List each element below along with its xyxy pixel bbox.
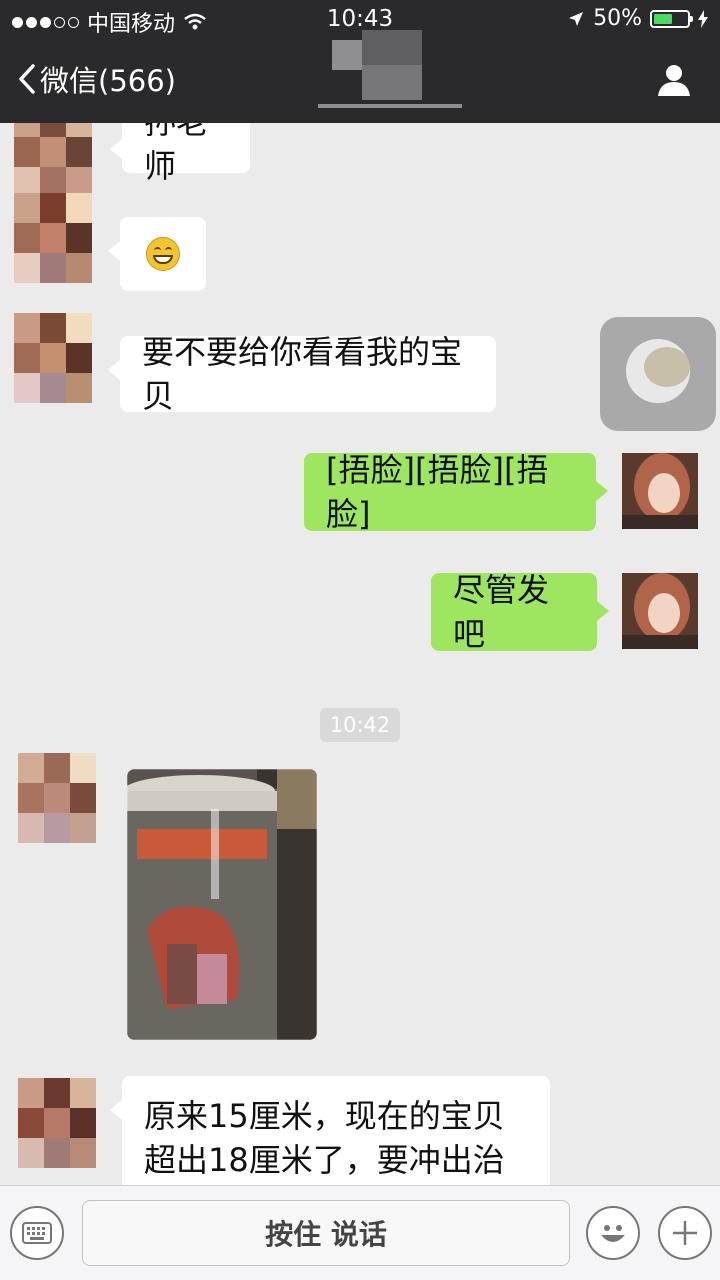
message-bubble-incoming[interactable]	[108, 217, 206, 291]
hold-to-talk-label: 按住 说话	[265, 1218, 387, 1251]
contact-avatar[interactable]	[14, 123, 92, 197]
contact-avatar[interactable]	[18, 1078, 96, 1168]
message-text: 原来15厘米，现在的宝贝超出18厘米了，要冲出治疗仓了	[144, 1094, 528, 1185]
emoji-picker-button[interactable]	[586, 1206, 640, 1260]
smiley-icon	[601, 1225, 625, 1242]
my-avatar[interactable]	[622, 453, 698, 529]
chevron-left-icon	[19, 64, 35, 94]
more-options-button[interactable]	[658, 1206, 712, 1260]
message-timestamp: 10:42	[320, 708, 400, 742]
message-bubble-incoming[interactable]: 要不要给你看看我的宝贝	[108, 333, 496, 415]
contact-avatar[interactable]	[14, 313, 92, 403]
plus-icon	[673, 1221, 697, 1245]
contact-avatar[interactable]	[14, 193, 92, 283]
back-label: 微信(566)	[40, 64, 176, 98]
charging-bolt-icon	[698, 9, 708, 28]
message-bubble-incoming[interactable]: 孙老师	[110, 123, 250, 185]
battery-percent: 50%	[593, 6, 642, 31]
message-bubble-incoming[interactable]: 原来15厘米，现在的宝贝超出18厘米了，要冲出治疗仓了	[110, 1076, 550, 1185]
sticker-message[interactable]	[600, 317, 716, 431]
chat-info-person-icon[interactable]	[656, 62, 692, 98]
image-message[interactable]	[127, 769, 317, 1040]
chat-area[interactable]: 孙老师 要不要给你看看我的宝贝 [捂脸][捂脸][捂脸] 尽管发吧	[0, 123, 720, 1185]
message-bubble-outgoing[interactable]: [捂脸][捂脸][捂脸]	[304, 451, 608, 533]
grin-emoji-icon	[146, 237, 180, 271]
title-underline	[318, 104, 462, 108]
contact-avatar[interactable]	[18, 753, 96, 843]
message-text: 要不要给你看看我的宝贝	[142, 333, 463, 415]
my-avatar[interactable]	[622, 573, 698, 649]
input-bar: 按住 说话	[0, 1185, 720, 1280]
message-text: 尽管发吧	[453, 571, 550, 653]
location-arrow-icon	[569, 11, 584, 26]
chat-title-blurred	[332, 30, 424, 100]
message-text: [捂脸][捂脸][捂脸]	[326, 451, 549, 533]
keyboard-icon	[22, 1222, 52, 1244]
nav-bar: 微信(566)	[0, 30, 720, 123]
keyboard-toggle-button[interactable]	[10, 1206, 64, 1260]
hold-to-talk-button[interactable]: 按住 说话	[82, 1200, 570, 1266]
battery-icon	[650, 9, 693, 28]
top-bar: 中国移动 10:43 50% 微信(566)	[0, 0, 720, 123]
back-button[interactable]: 微信(566)	[18, 58, 176, 100]
message-bubble-outgoing[interactable]: 尽管发吧	[431, 571, 609, 653]
message-text: 孙老师	[144, 123, 208, 185]
